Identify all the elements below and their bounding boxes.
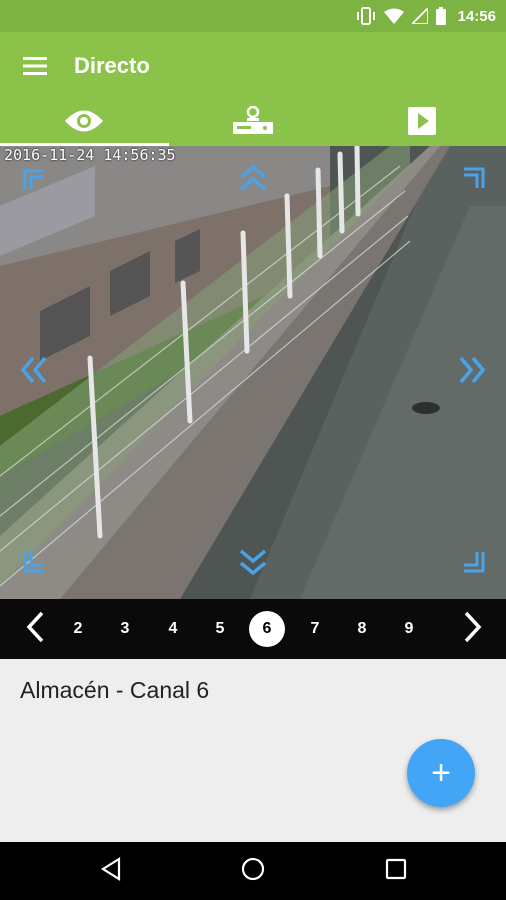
double-chevron-down-icon bbox=[238, 548, 268, 581]
channel-6-selected[interactable]: 6 bbox=[249, 611, 285, 647]
ptz-down-left-button[interactable] bbox=[18, 548, 50, 580]
tab-live[interactable] bbox=[0, 100, 169, 146]
channel-8[interactable]: 8 bbox=[344, 611, 380, 647]
camera-feed-image bbox=[0, 146, 506, 599]
double-chevron-up-icon bbox=[238, 164, 268, 197]
next-channels-button[interactable] bbox=[458, 611, 488, 648]
recents-square-icon bbox=[385, 858, 407, 885]
chevron-left-icon bbox=[25, 611, 45, 648]
eye-icon bbox=[64, 108, 104, 139]
back-button[interactable] bbox=[95, 855, 127, 887]
double-chevron-right-icon bbox=[458, 355, 486, 390]
camera-name: Almacén - Canal 6 bbox=[20, 677, 210, 703]
arrow-down-right-icon bbox=[462, 550, 486, 579]
video-timestamp: 2016-11-24 14:56:35 bbox=[4, 146, 176, 164]
app-bar: Directo bbox=[0, 32, 506, 100]
add-fab-button[interactable]: + bbox=[407, 739, 475, 807]
hamburger-menu-icon[interactable] bbox=[18, 52, 52, 80]
dvr-icon bbox=[232, 105, 274, 141]
channel-5[interactable]: 5 bbox=[202, 611, 238, 647]
channel-info-panel: Almacén - Canal 6 + bbox=[0, 659, 506, 842]
double-chevron-left-icon bbox=[20, 355, 48, 390]
live-video-view[interactable]: 2016-11-24 14:56:35 bbox=[0, 146, 506, 599]
home-circle-icon bbox=[241, 857, 265, 886]
battery-icon bbox=[435, 7, 446, 25]
arrow-up-right-icon bbox=[462, 166, 486, 195]
tab-recorder[interactable] bbox=[169, 100, 338, 146]
signal-icon bbox=[411, 8, 428, 24]
ptz-down-button[interactable] bbox=[237, 548, 269, 580]
channel-7[interactable]: 7 bbox=[297, 611, 333, 647]
arrow-down-left-icon bbox=[22, 550, 46, 579]
ptz-up-left-button[interactable] bbox=[18, 166, 50, 198]
channel-selector: 2 3 4 5 6 7 8 9 bbox=[0, 599, 506, 659]
tab-playback[interactable] bbox=[337, 100, 506, 146]
arrow-up-left-icon bbox=[22, 168, 46, 197]
ptz-left-button[interactable] bbox=[18, 356, 50, 388]
channel-3[interactable]: 3 bbox=[107, 611, 143, 647]
play-icon bbox=[407, 106, 436, 140]
wifi-icon bbox=[383, 8, 404, 24]
page-title: Directo bbox=[74, 53, 150, 78]
recents-button[interactable] bbox=[380, 855, 412, 887]
ptz-right-button[interactable] bbox=[456, 356, 488, 388]
ptz-up-right-button[interactable] bbox=[458, 164, 490, 196]
back-triangle-icon bbox=[100, 856, 122, 886]
tab-bar bbox=[0, 100, 506, 146]
system-nav-bar bbox=[0, 842, 506, 900]
channel-2[interactable]: 2 bbox=[60, 611, 96, 647]
chevron-right-icon bbox=[463, 611, 483, 648]
channel-9[interactable]: 9 bbox=[391, 611, 427, 647]
ptz-up-button[interactable] bbox=[237, 164, 269, 196]
plus-icon: + bbox=[431, 754, 451, 792]
vibrate-icon bbox=[356, 7, 376, 25]
clock: 14:56 bbox=[457, 7, 496, 25]
ptz-down-right-button[interactable] bbox=[458, 548, 490, 580]
prev-channels-button[interactable] bbox=[20, 611, 50, 648]
home-button[interactable] bbox=[237, 855, 269, 887]
status-bar: 14:56 bbox=[0, 0, 506, 32]
channel-4[interactable]: 4 bbox=[155, 611, 191, 647]
